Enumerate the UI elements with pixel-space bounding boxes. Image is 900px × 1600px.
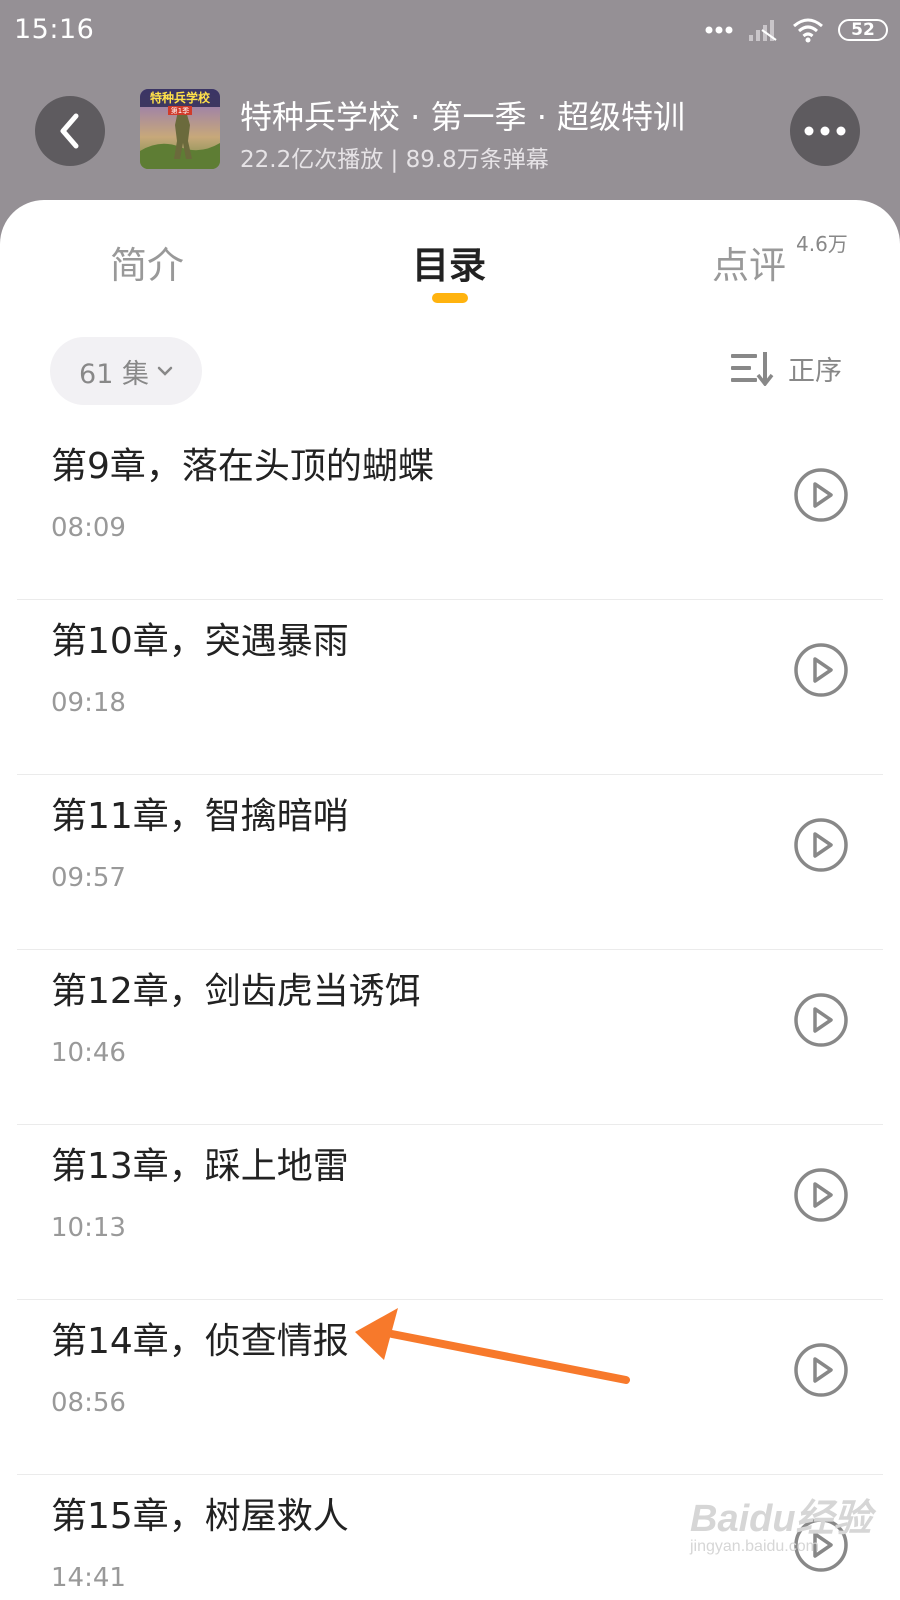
chapter-title: 第10章，突遇暴雨 bbox=[51, 621, 349, 662]
chapter-item[interactable]: 第14章，侦查情报 08:56 bbox=[17, 1300, 883, 1475]
status-icons: 52 bbox=[704, 14, 888, 46]
play-circle-icon bbox=[794, 1343, 848, 1397]
chapter-duration: 08:09 bbox=[51, 513, 126, 543]
chapter-duration: 10:13 bbox=[51, 1213, 126, 1243]
header: 特种兵学校 第1季 特种兵学校 · 第一季 · 超级特训 22.2亿次播放 | … bbox=[0, 62, 900, 202]
more-dots-icon bbox=[705, 26, 733, 34]
chapter-duration: 09:57 bbox=[51, 863, 126, 893]
chapter-item[interactable]: 第11章，智擒暗哨 09:57 bbox=[17, 775, 883, 950]
signal-icon bbox=[749, 20, 777, 41]
wifi-icon bbox=[793, 18, 823, 43]
play-circle-icon bbox=[794, 643, 848, 697]
sort-icon bbox=[731, 352, 774, 386]
album-stats: 22.2亿次播放 | 89.8万条弹幕 bbox=[240, 147, 549, 173]
more-horizontal-icon bbox=[804, 126, 846, 136]
tab-intro[interactable]: 简介 bbox=[110, 235, 184, 289]
play-circle-icon bbox=[794, 468, 848, 522]
episode-count-label: 61 集 bbox=[79, 358, 149, 390]
episode-count-dropdown[interactable]: 61 集 bbox=[50, 337, 202, 405]
tab-review[interactable]: 点评 bbox=[712, 235, 786, 289]
active-tab-indicator bbox=[432, 293, 468, 303]
review-count-badge: 4.6万 bbox=[796, 232, 848, 256]
play-button[interactable] bbox=[793, 817, 849, 873]
play-button[interactable] bbox=[793, 992, 849, 1048]
chapter-duration: 09:18 bbox=[51, 688, 126, 718]
chapter-duration: 10:46 bbox=[51, 1038, 126, 1068]
sort-order-label: 正序 bbox=[788, 355, 842, 387]
chapter-duration: 08:56 bbox=[51, 1388, 126, 1418]
chevron-left-icon bbox=[60, 113, 79, 149]
album-cover[interactable]: 特种兵学校 第1季 bbox=[140, 89, 220, 169]
play-button[interactable] bbox=[793, 642, 849, 698]
chapter-item[interactable]: 第12章，剑齿虎当诱饵 10:46 bbox=[17, 950, 883, 1125]
battery-indicator: 52 bbox=[838, 19, 888, 41]
chapter-title: 第12章，剑齿虎当诱饵 bbox=[51, 971, 421, 1012]
more-button[interactable] bbox=[790, 96, 860, 166]
tab-catalog[interactable]: 目录 bbox=[412, 235, 486, 289]
album-title: 特种兵学校 · 第一季 · 超级特训 bbox=[240, 98, 686, 136]
chapter-item[interactable]: 第10章，突遇暴雨 09:18 bbox=[17, 600, 883, 775]
content-sheet: 简介 目录 点评 4.6万 61 集 正序 第9章，落在头顶的蝴蝶 08:09 … bbox=[0, 200, 900, 1600]
cover-badge: 第1季 bbox=[171, 106, 189, 115]
chapter-title: 第13章，踩上地雷 bbox=[51, 1146, 349, 1187]
baidu-watermark: Baidu经验 jingyan.baidu.com bbox=[690, 1487, 872, 1556]
watermark-brand: Baidu经验 bbox=[690, 1498, 872, 1540]
cover-title: 特种兵学校 bbox=[150, 90, 211, 105]
play-circle-icon bbox=[794, 1168, 848, 1222]
chapter-title: 第9章，落在头顶的蝴蝶 bbox=[51, 446, 434, 487]
chapter-title: 第14章，侦查情报 bbox=[51, 1321, 349, 1362]
chapter-item[interactable]: 第13章，踩上地雷 10:13 bbox=[17, 1125, 883, 1300]
chapter-duration: 14:41 bbox=[51, 1563, 126, 1593]
chapter-title: 第11章，智擒暗哨 bbox=[51, 796, 349, 837]
play-circle-icon bbox=[794, 818, 848, 872]
play-circle-icon bbox=[794, 993, 848, 1047]
status-time: 15:16 bbox=[14, 14, 95, 45]
status-bar: 15:16 52 bbox=[0, 0, 900, 62]
chevron-down-icon bbox=[157, 366, 173, 376]
play-button[interactable] bbox=[793, 467, 849, 523]
sort-order-button[interactable]: 正序 bbox=[730, 343, 842, 393]
chapter-title: 第15章，树屋救人 bbox=[51, 1496, 349, 1537]
cover-artwork: 特种兵学校 第1季 bbox=[140, 89, 220, 169]
back-button[interactable] bbox=[35, 96, 105, 166]
play-button[interactable] bbox=[793, 1167, 849, 1223]
chapter-item[interactable]: 第9章，落在头顶的蝴蝶 08:09 bbox=[17, 425, 883, 600]
play-button[interactable] bbox=[793, 1342, 849, 1398]
